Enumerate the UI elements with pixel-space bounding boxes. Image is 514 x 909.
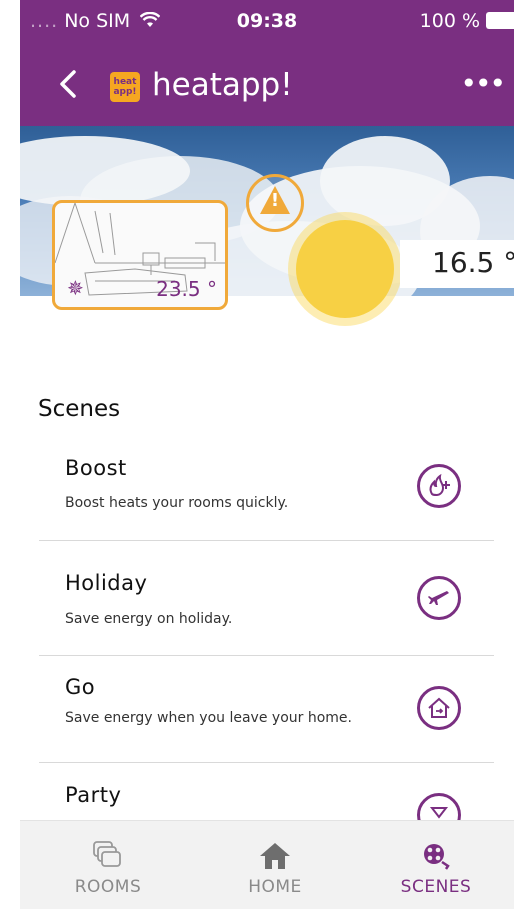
status-bar: .... No SIM 09:38 100 % <box>20 0 514 50</box>
app-title: heatapp! <box>152 67 293 103</box>
scene-item-holiday[interactable]: Holiday Save energy on holiday. <box>39 571 494 656</box>
status-right: 100 % <box>420 10 514 32</box>
warning-badge[interactable]: ! <box>246 174 304 232</box>
tab-scenes[interactable]: SCENES <box>356 821 514 909</box>
scenes-icon <box>424 844 450 870</box>
tab-bar: ROOMS HOME SCENES <box>20 820 514 909</box>
tab-label: HOME <box>248 877 302 897</box>
tab-label: ROOMS <box>74 877 142 897</box>
scene-name: Party <box>65 783 122 807</box>
scene-name: Holiday <box>65 571 148 595</box>
app-screen: .... No SIM 09:38 100 % heat app! heatap… <box>20 0 514 909</box>
battery-icon <box>486 12 514 29</box>
scene-description: Save energy on holiday. <box>65 611 233 627</box>
scene-name: Boost <box>65 456 127 480</box>
tab-rooms[interactable]: ROOMS <box>28 821 188 909</box>
scenes-heading: Scenes <box>38 396 121 422</box>
room-card[interactable]: ✵ 23.5 ° <box>52 200 228 310</box>
scene-description: Save energy when you leave your home. <box>65 710 352 726</box>
battery-label: 100 % <box>419 10 480 32</box>
scene-item-boost[interactable]: Boost Boost heats your rooms quickly. <box>39 456 494 541</box>
scene-item-go[interactable]: Go Save energy when you leave your home. <box>39 675 494 763</box>
house-leave-icon[interactable] <box>417 686 461 730</box>
airplane-icon[interactable] <box>417 576 461 620</box>
temperature-dial[interactable] <box>296 220 394 318</box>
more-options-icon[interactable]: ••• <box>460 70 506 98</box>
rooms-icon <box>93 841 121 867</box>
logo-text: heat app! <box>113 77 137 97</box>
back-arrow-icon[interactable] <box>54 64 84 104</box>
home-icon <box>260 843 290 869</box>
outside-temperature: 16.5 ° <box>432 246 514 279</box>
warning-exclamation: ! <box>270 190 280 211</box>
navigation-bar: heat app! heatapp! ••• <box>20 50 514 126</box>
tab-home[interactable]: HOME <box>195 821 355 909</box>
app-logo: heat app! <box>110 72 140 102</box>
flame-plus-icon[interactable] <box>417 464 461 508</box>
room-temperature: 23.5 ° <box>156 277 217 301</box>
scene-name: Go <box>65 675 96 699</box>
scene-description: Boost heats your rooms quickly. <box>65 495 289 511</box>
sun-icon: ✵ <box>67 276 84 300</box>
tab-label: SCENES <box>400 877 472 897</box>
